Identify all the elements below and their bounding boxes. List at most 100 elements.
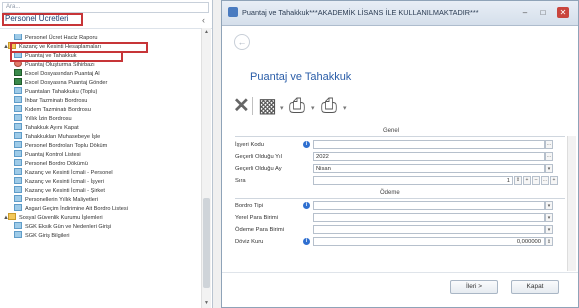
tree-item[interactable]: İhbar Tazminatı Bordrosu xyxy=(14,96,87,106)
info-icon[interactable]: i xyxy=(303,238,310,245)
tree-item[interactable]: Personel Bordroları Toplu Döküm xyxy=(14,141,107,151)
bordro-tipi-select[interactable] xyxy=(313,201,545,210)
doc-icon xyxy=(14,195,22,203)
spin-icon[interactable]: ⇕ xyxy=(514,176,522,185)
next-button[interactable]: İleri > xyxy=(450,280,498,294)
chevron-down-icon[interactable]: ▾ xyxy=(545,225,553,234)
row-doviz-kuru: Döviz Kuru i 0,000000 ⇕ xyxy=(235,237,565,247)
plus-icon[interactable]: + xyxy=(523,176,531,185)
field-label: Geçerli Olduğu Yıl xyxy=(235,154,282,160)
row-bordro-tipi: Bordro Tipi i ▾ xyxy=(235,201,565,211)
maximize-button[interactable]: □ xyxy=(537,7,549,18)
tree-item[interactable]: Personellerin Yıllık Maliyetleri xyxy=(14,195,98,205)
scroll-up-icon[interactable]: ▲ xyxy=(203,29,210,36)
tree-item[interactable]: Personel Bordro Dökümü xyxy=(14,159,88,169)
section-title: Genel xyxy=(383,128,400,134)
doc-icon xyxy=(14,87,22,95)
spin-icon[interactable]: ⇕ xyxy=(545,237,553,246)
doc-icon xyxy=(14,159,22,167)
footer-divider xyxy=(222,272,578,273)
chevron-down-icon[interactable]: ▾ xyxy=(280,104,284,112)
doc-icon xyxy=(14,231,22,239)
back-arrow-icon[interactable]: ← xyxy=(234,34,250,50)
dialog-title: Puantaj ve Tahakkuk***AKADEMİK LİSANS İL… xyxy=(242,8,479,17)
excel-icon xyxy=(14,69,22,77)
tree-item[interactable]: Kazanç ve Kesinti İcmali - Personel xyxy=(14,168,113,178)
more-icon[interactable]: ... xyxy=(541,176,549,185)
page-title: Puantaj ve Tahakkuk xyxy=(250,71,352,83)
field-label: Sıra xyxy=(235,178,246,184)
row-gecerli-ay: Geçerli Olduğu Ay Nisan ▾ xyxy=(235,164,565,174)
tree-item[interactable]: Kazanç ve Kesinti İcmali - Şirket xyxy=(14,186,105,196)
dialog-titlebar[interactable]: Puantaj ve Tahakkuk***AKADEMİK LİSANS İL… xyxy=(222,1,578,26)
tree-item[interactable]: SGK Giriş Bilgileri xyxy=(14,231,69,241)
scroll-down-icon[interactable]: ▼ xyxy=(203,300,210,307)
doc-icon xyxy=(14,141,22,149)
add-icon[interactable]: + xyxy=(550,176,558,185)
gecerli-ay-select[interactable]: Nisan xyxy=(313,164,545,173)
row-odeme-para: Ödeme Para Birimi ▾ xyxy=(235,225,565,235)
chevron-down-icon[interactable]: ▾ xyxy=(545,213,553,222)
doc-icon xyxy=(14,114,22,122)
puantaj-dialog: Puantaj ve Tahakkuk***AKADEMİK LİSANS İL… xyxy=(221,0,579,308)
search-placeholder: Ara... xyxy=(6,4,21,10)
chevron-down-icon[interactable]: ▾ xyxy=(545,164,553,173)
lookup-button[interactable]: ... xyxy=(545,152,553,161)
chevron-down-icon[interactable]: ▾ xyxy=(545,201,553,210)
chevron-down-icon[interactable]: ▾ xyxy=(311,104,315,112)
section-odeme: Ödeme xyxy=(235,189,565,199)
tree-item[interactable]: Puantaj Oluşturma Sihirbazı xyxy=(14,60,95,70)
odeme-para-select[interactable] xyxy=(313,225,545,234)
excel-icon xyxy=(14,78,22,86)
delete-icon[interactable]: ✕ xyxy=(233,95,250,117)
gecerli-yil-input[interactable]: 2022 xyxy=(313,152,545,161)
close-button[interactable]: ✕ xyxy=(557,7,569,18)
field-label: İşyeri Kodu xyxy=(235,142,264,148)
tree-item[interactable]: Kazanç ve Kesinti İcmali - İşyeri xyxy=(14,177,104,187)
info-icon[interactable]: i xyxy=(303,202,310,209)
tree-item[interactable]: Yıllık İzin Bordrosu xyxy=(14,114,72,124)
tree-item[interactable]: Excel Dosyasına Puantaj Gönder xyxy=(14,78,107,88)
doc-icon xyxy=(14,204,22,212)
field-label: Döviz Kuru xyxy=(235,239,264,245)
chevron-down-icon[interactable]: ▾ xyxy=(343,104,347,112)
field-label: Geçerli Olduğu Ay xyxy=(235,166,282,172)
menu-tree: Personel Ücret Haciz Raporu ▲ Kazanç ve K… xyxy=(0,34,200,308)
tree-item[interactable]: Puantaj Kontrol Listesi xyxy=(14,150,81,160)
field-label: Bordro Tipi xyxy=(235,203,264,209)
print-preview-icon[interactable]: ⎙ xyxy=(321,95,337,117)
scrollbar-thumb[interactable] xyxy=(203,198,210,288)
chevron-left-icon[interactable]: ‹ xyxy=(202,16,205,25)
tree-scrollbar[interactable]: ▲ ▼ xyxy=(201,28,211,308)
section-genel: Genel xyxy=(235,127,565,137)
close-dialog-button[interactable]: Kapat xyxy=(511,280,559,294)
row-isyeri-kodu: İşyeri Kodu i ... xyxy=(235,140,565,150)
lookup-button[interactable]: ... xyxy=(545,140,553,149)
app-icon xyxy=(228,7,238,17)
sira-input[interactable]: 1 xyxy=(313,176,513,185)
section-title: Ödeme xyxy=(380,190,400,196)
yerel-para-select[interactable] xyxy=(313,213,545,222)
field-label: Ödeme Para Birimi xyxy=(235,227,284,233)
tree-item[interactable]: Puantaları Tahakkuku (Toplu) xyxy=(14,87,97,97)
minus-icon[interactable]: – xyxy=(532,176,540,185)
tree-item[interactable]: Asgari Geçim İndirimine Ait Bordro Liste… xyxy=(14,204,128,214)
minimize-button[interactable]: – xyxy=(519,7,531,18)
save-icon[interactable]: ▩ xyxy=(258,95,277,117)
row-sira: Sıra 1 ⇕ + – ... + xyxy=(235,176,565,186)
toolbar-separator xyxy=(252,97,253,115)
tree-item[interactable]: Tahakkukları Muhasebeye İşle xyxy=(14,132,100,142)
tree-item[interactable]: SGK Eksik Gün ve Nedenleri Girişi xyxy=(14,222,111,232)
doc-icon xyxy=(14,177,22,185)
toolbar: ✕ ▩ ▾ ⎙ ▾ ⎙ ▾ xyxy=(233,95,383,119)
isyeri-kodu-input[interactable] xyxy=(313,140,545,149)
doviz-kuru-input[interactable]: 0,000000 xyxy=(313,237,545,246)
form-scrollbar[interactable] xyxy=(567,136,576,271)
info-icon[interactable]: i xyxy=(303,141,310,148)
doc-icon xyxy=(14,168,22,176)
print-icon[interactable]: ⎙ xyxy=(289,95,305,117)
tree-item[interactable]: Kıdem Tazminatı Bordrosu xyxy=(14,105,91,115)
tree-item[interactable]: Excel Dosyasından Puantaj Al xyxy=(14,69,100,79)
tree-item[interactable]: Tahakkuk Ayını Kapat xyxy=(14,123,79,133)
navigation-panel: Ara... Personel Ücretleri ‹ Personel Ücr… xyxy=(0,0,213,308)
